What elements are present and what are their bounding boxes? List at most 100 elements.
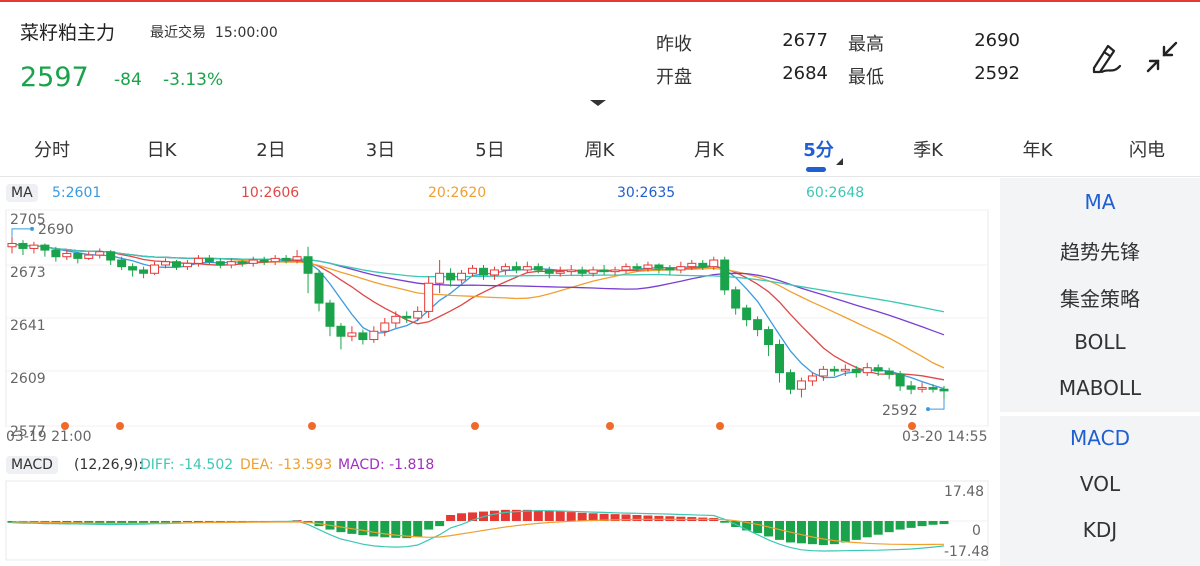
candle-body-18	[204, 257, 214, 263]
macd-bar-79	[873, 521, 883, 535]
candle-body-85	[939, 388, 949, 392]
candle-body-17	[193, 257, 203, 264]
macd-bar-33	[369, 521, 379, 537]
candle-body-54	[599, 269, 609, 273]
candle-body-5	[62, 252, 72, 258]
macd-bar-16	[182, 521, 192, 523]
candle-body-72	[796, 380, 806, 390]
candle-body-75	[829, 368, 839, 372]
candle-body-84	[928, 387, 938, 390]
candle-body-6	[73, 252, 83, 259]
candle-body-26	[292, 256, 302, 261]
candle-body-58	[643, 264, 653, 269]
macd-bar-72	[796, 521, 806, 544]
candle-body-82	[906, 385, 916, 390]
candle-body-46	[511, 266, 521, 271]
macd-bar-58	[643, 515, 653, 521]
candle-body-53	[588, 269, 598, 274]
macd-bar-34	[380, 521, 390, 538]
macd-bar-14	[161, 521, 171, 523]
candle-body-50	[555, 271, 565, 274]
macd-bar-37	[413, 521, 423, 537]
session-dot-1	[116, 422, 124, 430]
candle-body-24	[270, 257, 280, 263]
macd-bar-73	[807, 521, 817, 545]
candle-body-25	[281, 257, 291, 261]
candle-body-68	[753, 319, 763, 331]
session-dot-3	[471, 422, 479, 430]
candle-body-13	[150, 264, 160, 274]
candle-body-41	[457, 272, 467, 281]
price-axis-label-1: 2673	[10, 265, 46, 281]
macd-bar-83	[917, 521, 927, 527]
candle-body-62	[687, 262, 697, 268]
macd-bar-81	[895, 521, 905, 530]
candle-body-45	[500, 266, 510, 271]
candle-body-56	[621, 266, 631, 271]
candle-body-49	[544, 269, 554, 274]
candle-body-78	[862, 367, 872, 374]
candle-body-33	[369, 330, 379, 341]
candle-body-51	[566, 269, 576, 273]
candle-body-66	[731, 289, 741, 309]
candle-body-43	[478, 267, 488, 276]
ma60-line	[11, 242, 945, 313]
macd-bar-77	[851, 521, 861, 540]
session-dot-2	[308, 422, 316, 430]
macd-bar-78	[862, 521, 872, 538]
macd-bar-59	[654, 515, 664, 521]
candle-body-30	[336, 325, 346, 337]
macd-bar-15	[171, 521, 181, 523]
kline-chart[interactable]: 270526732641260925772690259203-19 21:00 0…	[0, 0, 1200, 566]
candle-body-32	[358, 332, 368, 341]
candle-body-21	[237, 261, 247, 264]
macd-bar-31	[347, 521, 357, 534]
macd-bar-60	[665, 516, 675, 521]
macd-bar-40	[446, 514, 456, 521]
candle-body-8	[95, 251, 105, 256]
candle-body-10	[117, 259, 127, 268]
candle-body-11	[128, 266, 138, 271]
candle-body-39	[435, 272, 445, 284]
candle-body-64	[709, 259, 719, 268]
candle-body-61	[676, 266, 686, 271]
macd-bar-52	[577, 512, 587, 521]
macd-bar-48	[533, 510, 543, 521]
high-marker-line	[11, 228, 30, 237]
ma20-line	[11, 242, 945, 369]
candle-body-9	[106, 251, 116, 261]
high-marker-label: 2690	[38, 222, 74, 238]
candle-body-44	[489, 269, 499, 276]
candle-body-69	[764, 329, 774, 345]
candle-body-42	[468, 267, 478, 274]
candle-body-0	[7, 242, 17, 248]
candle-body-70	[775, 344, 785, 374]
candle-body-57	[632, 266, 642, 269]
macd-bar-85	[939, 521, 949, 525]
session-dot-5	[716, 422, 724, 430]
macd-bar-74	[818, 521, 828, 546]
x-axis-start: 03-19 21:00	[6, 429, 91, 445]
macd-bar-39	[435, 521, 445, 527]
candle-body-76	[840, 368, 850, 372]
candle-body-63	[698, 262, 708, 268]
ma10-line	[11, 242, 945, 381]
macd-axis-label-0: 17.48	[944, 484, 984, 500]
macd-bar-84	[928, 521, 938, 525]
macd-bar-32	[358, 521, 368, 536]
low-marker-line	[930, 399, 945, 410]
macd-bar-76	[840, 521, 850, 543]
macd-bar-80	[884, 521, 894, 533]
macd-bar-17	[193, 521, 203, 522]
candle-body-20	[226, 261, 236, 266]
candle-body-79	[873, 367, 883, 372]
macd-bar-51	[566, 512, 576, 521]
macd-bar-68	[753, 521, 763, 534]
candle-body-59	[654, 264, 664, 269]
candle-body-47	[522, 266, 532, 271]
candle-body-2	[29, 244, 39, 249]
candle-body-16	[182, 262, 192, 268]
low-marker-dot	[926, 407, 930, 412]
candle-body-74	[818, 368, 828, 377]
candle-body-80	[884, 370, 894, 375]
